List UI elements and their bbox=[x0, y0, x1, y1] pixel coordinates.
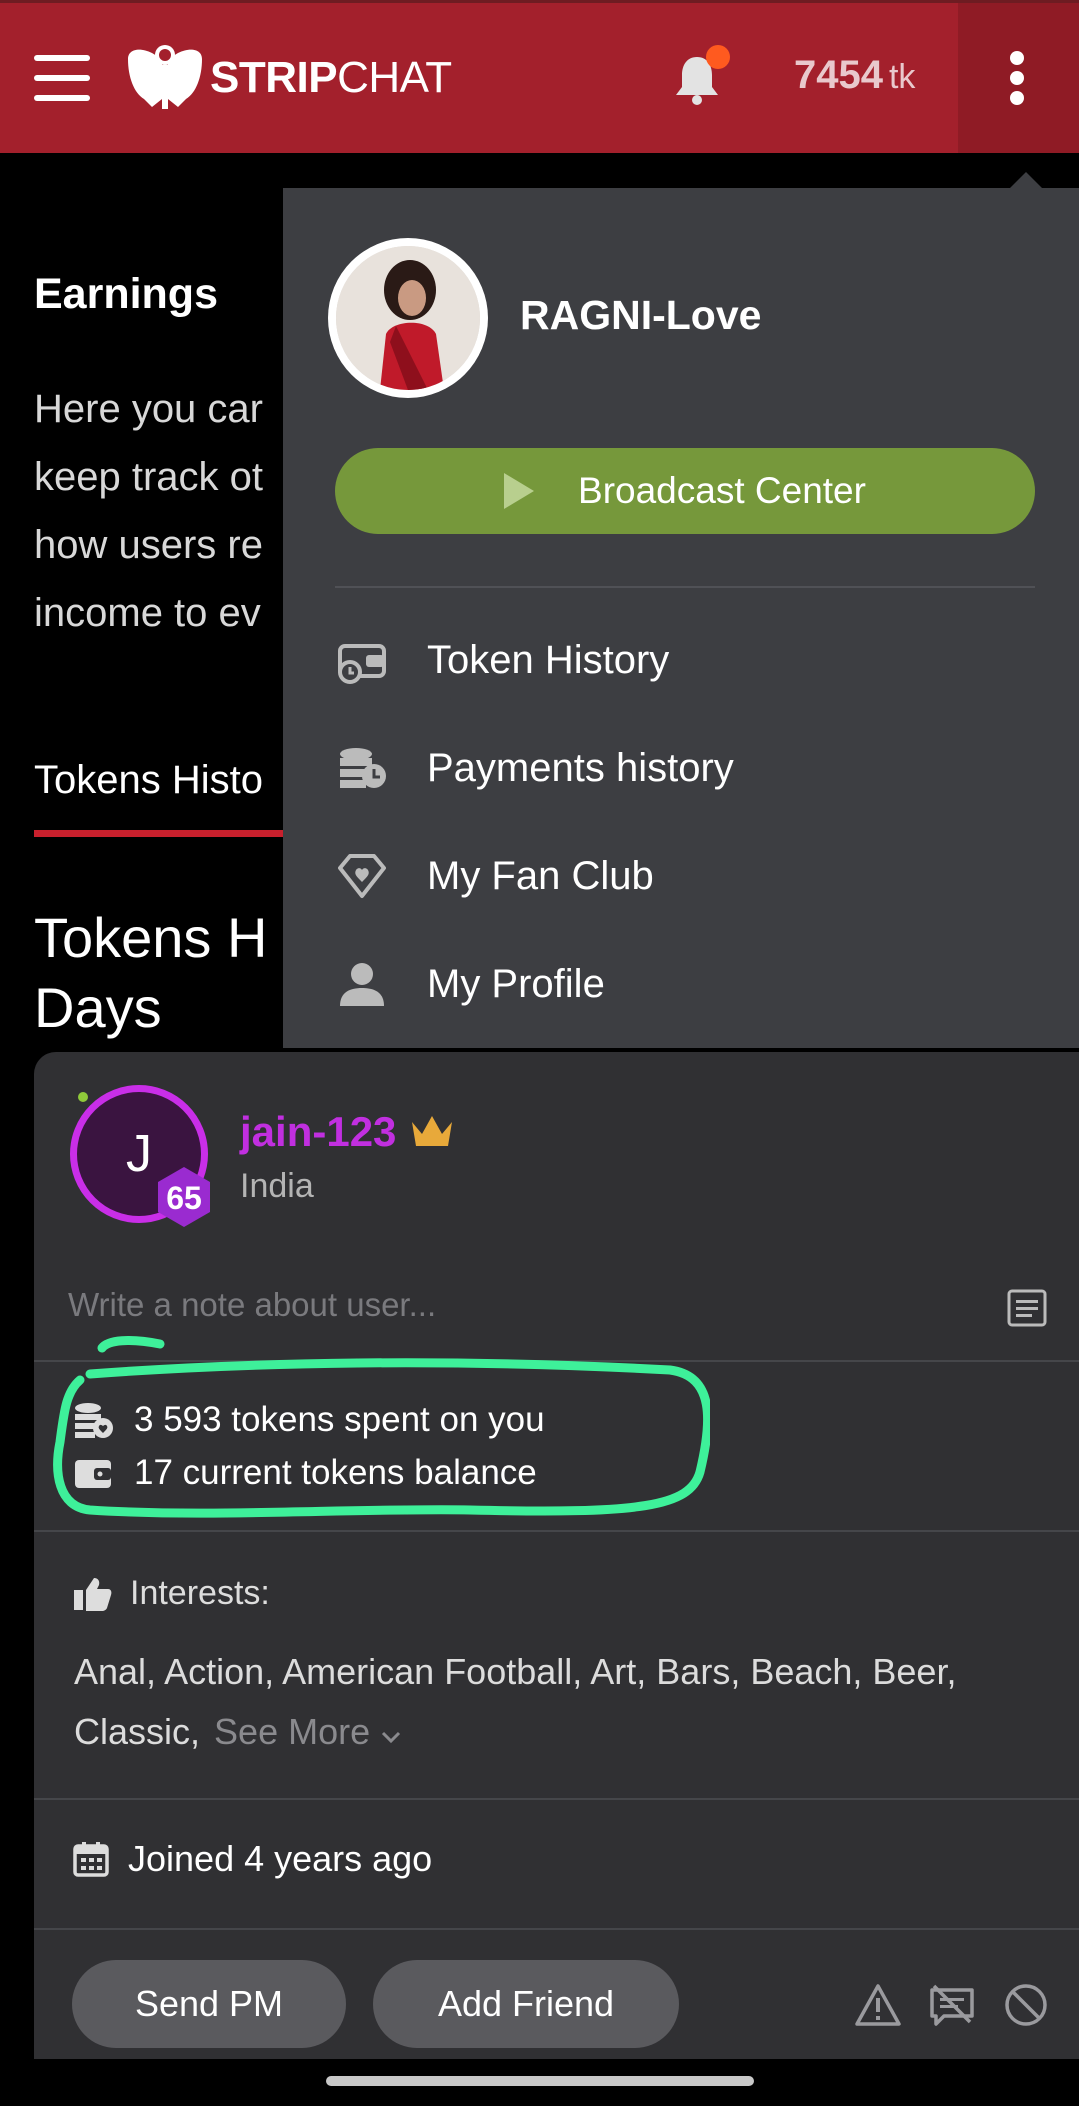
user-country: India bbox=[240, 1167, 314, 1205]
card-divider bbox=[34, 1798, 1079, 1800]
broadcast-center-button[interactable]: Broadcast Center bbox=[335, 448, 1035, 534]
menu-item-label: My Profile bbox=[427, 961, 605, 1006]
mute-messages-icon[interactable] bbox=[928, 1982, 976, 2028]
user-username[interactable]: jain-123 bbox=[240, 1108, 396, 1156]
block-user-icon[interactable] bbox=[1002, 1982, 1050, 2028]
notification-dot bbox=[706, 45, 730, 69]
user-level: 65 bbox=[166, 1180, 202, 1216]
brand-thin: CHAT bbox=[337, 53, 452, 102]
crown-icon bbox=[412, 1116, 452, 1146]
person-icon bbox=[335, 957, 389, 1011]
card-divider bbox=[34, 1530, 1079, 1532]
online-status-dot bbox=[78, 1092, 88, 1102]
menu-item-my-fan-club[interactable]: My Fan Club bbox=[335, 846, 1035, 906]
interests-values: Anal, Action, American Football, Art, Ba… bbox=[74, 1651, 957, 1752]
report-warning-icon[interactable] bbox=[854, 1982, 902, 2028]
menu-item-payments-history[interactable]: Payments history bbox=[335, 738, 1035, 798]
brand-bold: STRIP bbox=[210, 53, 338, 102]
menu-divider bbox=[335, 586, 1035, 588]
menu-item-label: Payments history bbox=[427, 745, 734, 790]
user-note-input[interactable] bbox=[68, 1280, 968, 1330]
token-unit: tk bbox=[888, 58, 916, 96]
diamond-heart-icon bbox=[335, 849, 389, 903]
calendar-icon bbox=[73, 1842, 109, 1877]
hand-drawn-highlight bbox=[53, 1336, 710, 1518]
more-options-icon[interactable] bbox=[958, 3, 1079, 153]
chevron-down-icon bbox=[382, 1731, 401, 1744]
joined-text: Joined 4 years ago bbox=[128, 1838, 433, 1879]
menu-item-label: Token History bbox=[427, 637, 670, 682]
hamburger-menu-icon[interactable] bbox=[34, 55, 90, 101]
account-avatar[interactable] bbox=[328, 238, 488, 398]
active-tab-underline bbox=[34, 830, 294, 837]
earnings-description: Here you car keep track ot how users re … bbox=[34, 387, 264, 635]
interests-header: Interests: bbox=[72, 1574, 270, 1613]
account-avatar-image bbox=[336, 246, 480, 390]
coins-clock-icon bbox=[335, 741, 389, 795]
card-divider bbox=[34, 1928, 1079, 1930]
interests-label: Interests: bbox=[130, 1574, 270, 1612]
menu-item-label: My Fan Club bbox=[427, 853, 654, 898]
token-balance[interactable]: 7454 tk bbox=[794, 53, 915, 98]
thumbs-up-icon bbox=[74, 1577, 112, 1611]
earnings-title: Earnings bbox=[34, 270, 218, 318]
send-pm-button[interactable]: Send PM bbox=[72, 1960, 346, 2048]
brand-name: STRIPCHAT bbox=[210, 53, 452, 103]
add-friend-button[interactable]: Add Friend bbox=[373, 1960, 679, 2048]
logo-mark-icon bbox=[128, 45, 202, 109]
menu-item-my-profile[interactable]: My Profile bbox=[335, 954, 1035, 1014]
see-more-label: See More bbox=[214, 1711, 371, 1752]
interests-list: Anal, Action, American Football, Art, Ba… bbox=[74, 1642, 1054, 1762]
see-more-link[interactable]: See More bbox=[214, 1711, 402, 1752]
top-header: STRIPCHAT 7454 tk bbox=[0, 0, 1079, 153]
home-indicator[interactable] bbox=[326, 2076, 754, 2086]
token-balance-value: 7454 bbox=[794, 53, 883, 97]
stripchat-logo[interactable]: STRIPCHAT bbox=[122, 41, 452, 115]
tab-tokens-history[interactable]: Tokens Histo bbox=[34, 758, 263, 803]
joined-row: Joined 4 years ago bbox=[72, 1838, 432, 1880]
account-username[interactable]: RAGNI-Love bbox=[520, 292, 761, 339]
broadcast-label: Broadcast Center bbox=[578, 470, 866, 511]
wallet-clock-icon bbox=[335, 633, 389, 687]
play-icon bbox=[504, 473, 535, 509]
menu-item-token-history[interactable]: Token History bbox=[335, 630, 1035, 690]
note-icon[interactable] bbox=[1006, 1288, 1048, 1328]
section-heading: Tokens H Days bbox=[34, 906, 268, 1039]
